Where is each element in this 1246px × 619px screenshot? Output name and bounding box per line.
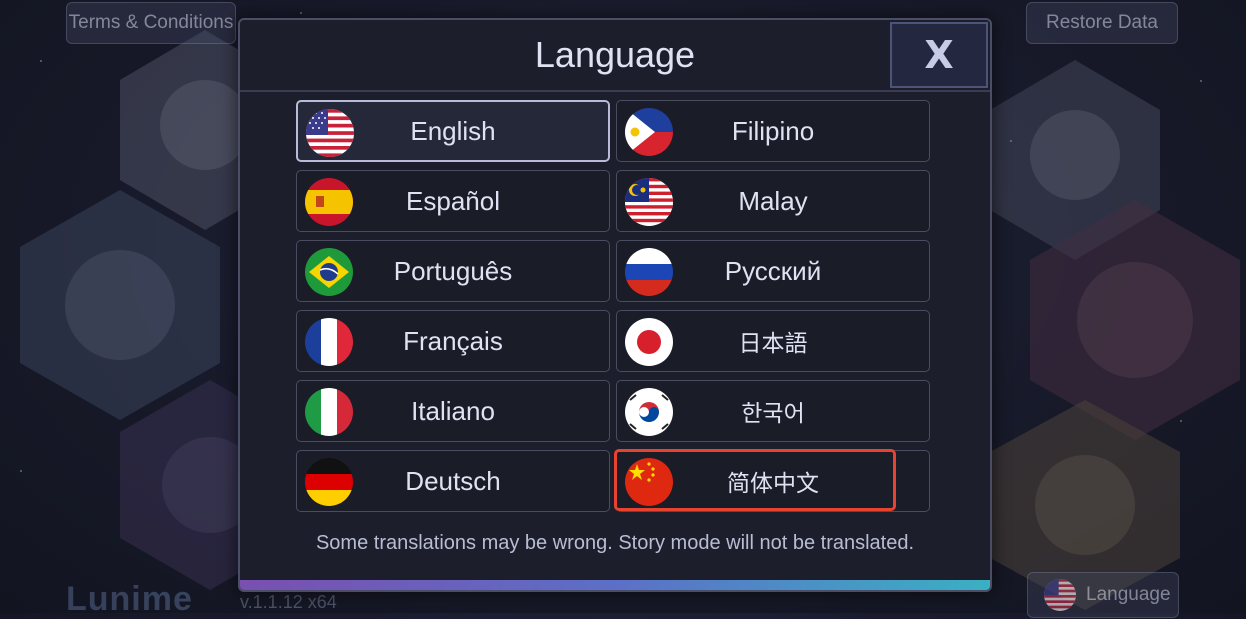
dialog-title: Language [534, 34, 696, 75]
language-option-russian[interactable]: Русский [616, 240, 930, 302]
language-label: Português [393, 255, 513, 286]
close-icon: X [924, 33, 954, 77]
language-label: Français [403, 325, 503, 356]
language-button-label: Language [1086, 584, 1171, 605]
language-label: 简体中文 [727, 471, 819, 497]
language-label: 한국어 [741, 401, 805, 427]
language-label: 日本語 [738, 331, 808, 357]
language-dialog: Language X English Filipino Español Mala… [238, 18, 992, 592]
language-option-portugues[interactable]: Português [296, 240, 610, 302]
dialog-accent-bar [240, 580, 990, 590]
language-option-korean[interactable]: 한국어 [616, 380, 930, 442]
language-grid: English Filipino Español Malay Português… [296, 100, 932, 512]
language-label: Malay [738, 185, 808, 216]
language-option-japanese[interactable]: 日本語 [616, 310, 930, 372]
language-label: Filipino [731, 115, 815, 146]
language-option-english[interactable]: English [296, 100, 610, 162]
close-button[interactable]: X [890, 22, 988, 88]
language-option-malay[interactable]: Malay [616, 170, 930, 232]
us-flag-icon [1044, 579, 1076, 611]
language-label: Italiano [411, 395, 495, 426]
language-option-francais[interactable]: Français [296, 310, 610, 372]
language-option-chinese-simplified[interactable]: 简体中文 [614, 449, 930, 512]
restore-data-button[interactable]: Restore Data [1026, 2, 1178, 44]
language-label: Deutsch [405, 465, 501, 496]
terms-button[interactable]: Terms & Conditions [66, 2, 236, 44]
language-button[interactable]: Language [1027, 572, 1179, 618]
language-label: Русский [724, 255, 822, 286]
version-label: v.1.1.12 x64 [240, 592, 337, 612]
language-label: Español [406, 185, 500, 216]
language-option-italiano[interactable]: Italiano [296, 380, 610, 442]
language-option-filipino[interactable]: Filipino [616, 100, 930, 162]
lunime-logo: Lunime [66, 580, 193, 618]
language-label: English [410, 115, 496, 146]
translation-note: Some translations may be wrong. Story mo… [315, 532, 915, 554]
dialog-header: Language X [240, 20, 990, 92]
language-option-espanol[interactable]: Español [296, 170, 610, 232]
language-option-deutsch[interactable]: Deutsch [296, 450, 610, 512]
